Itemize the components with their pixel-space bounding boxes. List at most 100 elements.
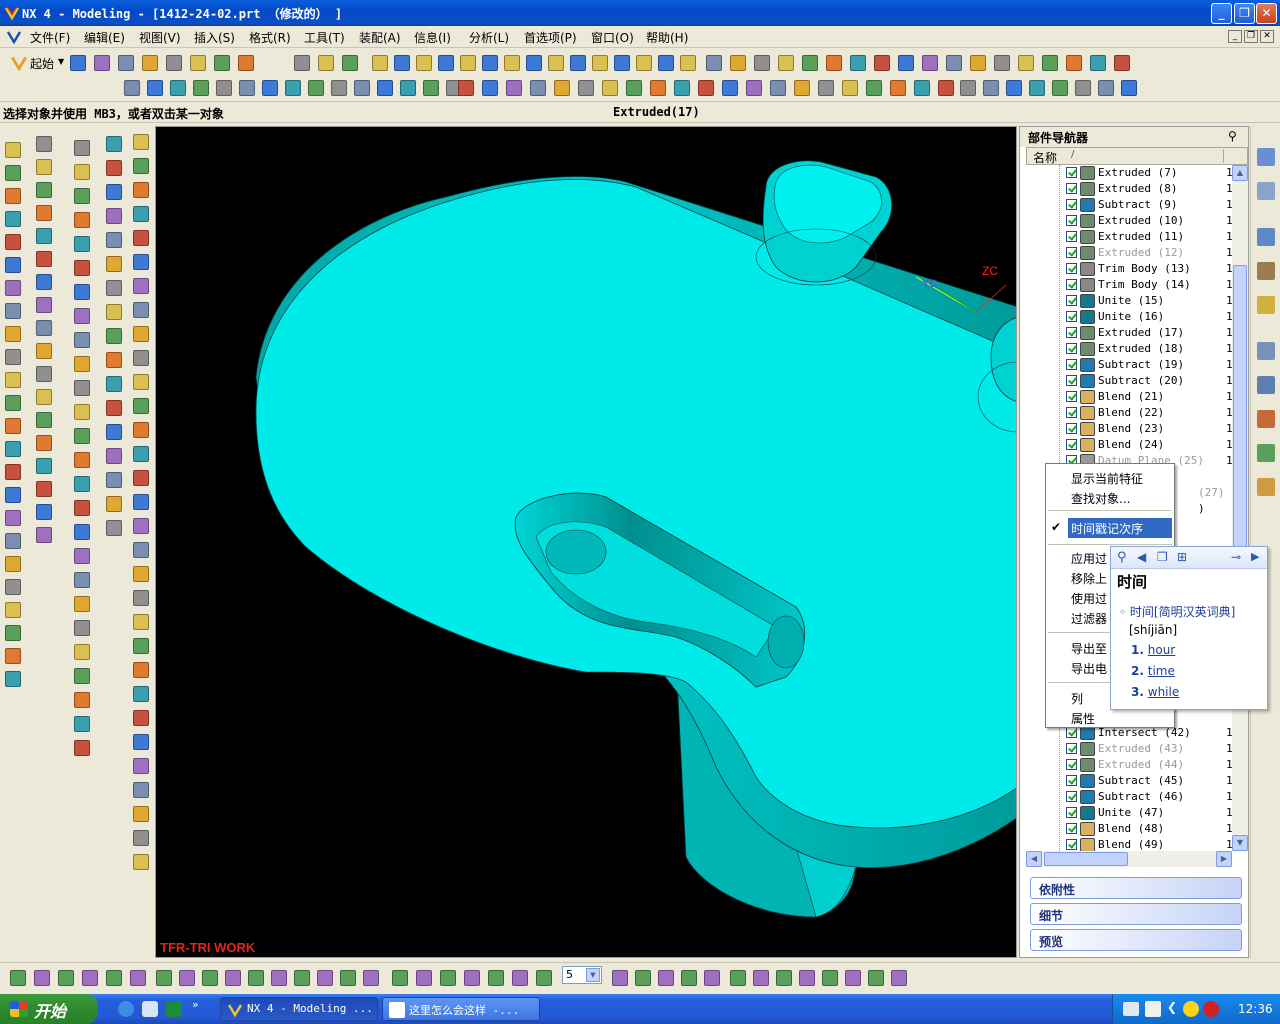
feature-tool-icon[interactable] — [842, 80, 858, 96]
feature-tool-icon[interactable] — [794, 80, 810, 96]
synchronous-tool-icon[interactable] — [5, 579, 21, 595]
standard-tool-icon[interactable] — [166, 55, 182, 71]
edit-curve-tool-icon[interactable] — [106, 160, 122, 176]
standard-tool-icon[interactable] — [850, 55, 866, 71]
feature-tool-icon[interactable] — [1006, 80, 1022, 96]
feature-tool-icon[interactable] — [506, 80, 522, 96]
surface-tool-icon[interactable] — [133, 254, 149, 270]
feature-tool-icon[interactable] — [770, 80, 786, 96]
feature-node[interactable]: Extruded (12) 1 — [1026, 245, 1232, 261]
curve-tool-icon[interactable] — [74, 188, 90, 204]
curve-tool-icon[interactable] — [74, 476, 90, 492]
surface-tool-icon[interactable] — [133, 134, 149, 150]
visibility-checkbox[interactable] — [1066, 775, 1077, 786]
standard-tool-icon[interactable] — [680, 55, 696, 71]
hscroll-thumb[interactable] — [1044, 852, 1128, 866]
visibility-checkbox[interactable] — [1066, 231, 1077, 242]
chevron-down-icon[interactable]: ▼ — [58, 57, 64, 66]
surface-tool-icon[interactable] — [133, 350, 149, 366]
synchronous-tool-icon[interactable] — [5, 326, 21, 342]
standard-tool-icon[interactable] — [614, 55, 630, 71]
curve-tool-icon[interactable] — [74, 404, 90, 420]
surface-tool-icon[interactable] — [133, 590, 149, 606]
surface-tool-icon[interactable] — [133, 446, 149, 462]
edit-curve-tool-icon[interactable] — [106, 256, 122, 272]
standard-tool-icon[interactable] — [1018, 55, 1034, 71]
synchronous-tool-icon[interactable] — [5, 395, 21, 411]
vertical-scrollbar[interactable]: ▲ ▼ — [1232, 165, 1248, 851]
feature-tool-icon[interactable] — [866, 80, 882, 96]
surface-tool-icon[interactable] — [133, 854, 149, 870]
feature-tool-icon[interactable] — [938, 80, 954, 96]
roles-tab-icon[interactable] — [1257, 478, 1275, 496]
feature-tool-icon[interactable] — [216, 80, 232, 96]
surface-tool-icon[interactable] — [133, 398, 149, 414]
selection-filter-icon[interactable] — [612, 970, 628, 986]
antivirus-icon[interactable] — [1203, 1001, 1219, 1017]
meaning-1[interactable]: 1. hour — [1131, 643, 1175, 657]
meaning-2-link[interactable]: time — [1148, 664, 1175, 678]
feature-tool-icon[interactable] — [602, 80, 618, 96]
menu-information[interactable]: 信息(I) — [414, 29, 451, 46]
synchronous-tool-icon[interactable] — [5, 510, 21, 526]
surface-tool-icon[interactable] — [133, 182, 149, 198]
curve-tool-icon[interactable] — [74, 164, 90, 180]
visibility-checkbox[interactable] — [1066, 183, 1077, 194]
feature-node[interactable]: Extruded (44) 1 — [1026, 757, 1232, 773]
synchronous-tool-icon[interactable] — [5, 602, 21, 618]
menu-view[interactable]: 视图(V) — [139, 29, 181, 46]
selection-filter-icon[interactable] — [658, 970, 674, 986]
chevron-more-icon[interactable]: » — [192, 998, 199, 1011]
part-model-view[interactable]: ZC YC — [156, 127, 1017, 958]
curve-tool-icon[interactable] — [74, 236, 90, 252]
feature-node[interactable]: Blend (48) 1 — [1026, 821, 1232, 837]
menu-analysis[interactable]: 分析(L) — [469, 29, 509, 46]
selection-filter-icon[interactable] — [822, 970, 838, 986]
start-button[interactable]: 开始 — [0, 994, 98, 1024]
feature-node[interactable]: Unite (16) 1 — [1026, 309, 1232, 325]
synchronous-tool-icon[interactable] — [5, 487, 21, 503]
synchronous-tool-icon[interactable] — [5, 349, 21, 365]
system-materials-tab-icon[interactable] — [1257, 376, 1275, 394]
curve-tool-icon[interactable] — [74, 380, 90, 396]
curve-tool-icon[interactable] — [74, 452, 90, 468]
menu-item-export-spreadsheet[interactable]: 导出电 — [1071, 660, 1107, 677]
feature-operation-tool-icon[interactable] — [36, 320, 52, 336]
feature-node[interactable]: Unite (47) 1 — [1026, 805, 1232, 821]
details-panel[interactable]: 细节 — [1030, 903, 1242, 925]
synchronous-tool-icon[interactable] — [5, 234, 21, 250]
scroll-down-button[interactable]: ▼ — [1232, 835, 1248, 851]
menu-tools[interactable]: 工具(T) — [304, 29, 345, 46]
process-studio-tab-icon[interactable] — [1257, 444, 1275, 462]
curve-tool-icon[interactable] — [74, 140, 90, 156]
selection-filter-icon[interactable] — [179, 970, 195, 986]
edit-curve-tool-icon[interactable] — [106, 496, 122, 512]
close-button[interactable]: ✕ — [1256, 3, 1277, 24]
standard-tool-icon[interactable] — [94, 55, 110, 71]
selection-filter-icon[interactable] — [130, 970, 146, 986]
feature-tool-icon[interactable] — [818, 80, 834, 96]
standard-tool-icon[interactable] — [706, 55, 722, 71]
visibility-checkbox[interactable] — [1066, 375, 1077, 386]
feature-tool-icon[interactable] — [914, 80, 930, 96]
pin-popup-icon[interactable]: ⊸ — [1231, 550, 1241, 564]
curve-tool-icon[interactable] — [74, 572, 90, 588]
chevron-left-icon[interactable]: ❮ — [1167, 1000, 1177, 1014]
standard-tool-icon[interactable] — [548, 55, 564, 71]
feature-node[interactable]: Trim Body (13) 1 — [1026, 261, 1232, 277]
menu-item-remove-filter[interactable]: 移除上 — [1071, 570, 1107, 587]
curve-tool-icon[interactable] — [74, 620, 90, 636]
curve-tool-icon[interactable] — [74, 260, 90, 276]
standard-tool-icon[interactable] — [802, 55, 818, 71]
curve-tool-icon[interactable] — [74, 692, 90, 708]
meaning-3-link[interactable]: while — [1148, 685, 1179, 699]
web-browser-tab-icon[interactable] — [1257, 228, 1275, 246]
feature-operation-tool-icon[interactable] — [36, 343, 52, 359]
selection-filter-icon[interactable] — [317, 970, 333, 986]
taskbar-browser-window[interactable]: 这里怎么会这样 -... — [382, 997, 540, 1021]
standard-tool-icon[interactable] — [482, 55, 498, 71]
curve-tool-icon[interactable] — [74, 548, 90, 564]
reuse-library-tab-icon[interactable] — [1257, 410, 1275, 428]
menu-item-columns[interactable]: 列 — [1071, 690, 1083, 707]
selection-filter-icon[interactable] — [294, 970, 310, 986]
